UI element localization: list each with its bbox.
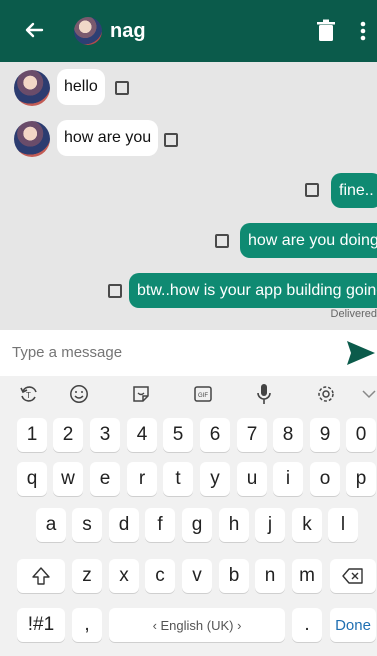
key-8[interactable]: 8 bbox=[273, 418, 303, 452]
comma-key[interactable]: , bbox=[72, 608, 102, 642]
select-checkbox[interactable] bbox=[215, 234, 229, 248]
delivery-status: Delivered bbox=[330, 308, 377, 320]
more-vert-icon bbox=[360, 21, 366, 41]
symbols-key[interactable]: !#1 bbox=[17, 608, 65, 642]
message-input[interactable] bbox=[12, 344, 312, 361]
chat-header: nag bbox=[0, 0, 377, 62]
key-0[interactable]: 0 bbox=[346, 418, 376, 452]
select-checkbox[interactable] bbox=[164, 133, 178, 147]
key-o[interactable]: o bbox=[310, 462, 340, 496]
message-bubble-incoming[interactable]: hello bbox=[57, 69, 105, 105]
settings-icon[interactable] bbox=[313, 381, 339, 407]
select-checkbox[interactable] bbox=[305, 183, 319, 197]
key-i[interactable]: i bbox=[273, 462, 303, 496]
mic-icon[interactable] bbox=[251, 381, 277, 407]
key-m[interactable]: m bbox=[292, 559, 322, 593]
key-q[interactable]: q bbox=[17, 462, 47, 496]
key-6[interactable]: 6 bbox=[200, 418, 230, 452]
key-4[interactable]: 4 bbox=[127, 418, 157, 452]
shift-icon bbox=[32, 567, 50, 585]
key-j[interactable]: j bbox=[255, 508, 285, 542]
message-bubble-outgoing[interactable]: fine.. bbox=[331, 173, 377, 208]
period-key[interactable]: . bbox=[292, 608, 322, 642]
backspace-key[interactable] bbox=[330, 559, 376, 593]
sticker-icon[interactable] bbox=[128, 381, 154, 407]
emoji-icon[interactable] bbox=[66, 381, 92, 407]
done-key[interactable]: Done bbox=[330, 608, 376, 642]
key-k[interactable]: k bbox=[292, 508, 322, 542]
key-x[interactable]: x bbox=[109, 559, 139, 593]
select-checkbox[interactable] bbox=[108, 284, 122, 298]
svg-text:GIF: GIF bbox=[198, 393, 208, 399]
message-bubble-outgoing[interactable]: how are you doing bbox=[240, 223, 377, 258]
avatar[interactable] bbox=[74, 17, 102, 45]
backspace-icon bbox=[342, 568, 363, 584]
key-e[interactable]: e bbox=[90, 462, 120, 496]
select-checkbox[interactable] bbox=[115, 81, 129, 95]
message-bubble-incoming[interactable]: how are you bbox=[57, 120, 159, 156]
more-button[interactable] bbox=[358, 19, 368, 43]
key-u[interactable]: u bbox=[237, 462, 267, 496]
key-r[interactable]: r bbox=[127, 462, 157, 496]
key-s[interactable]: s bbox=[72, 508, 102, 542]
gif-icon[interactable]: GIF bbox=[190, 381, 216, 407]
space-key[interactable]: ‹ English (UK) › bbox=[109, 608, 285, 642]
sender-avatar[interactable] bbox=[14, 70, 50, 106]
key-2[interactable]: 2 bbox=[53, 418, 83, 452]
key-a[interactable]: a bbox=[36, 508, 66, 542]
key-1[interactable]: 1 bbox=[17, 418, 47, 452]
back-button[interactable] bbox=[22, 18, 48, 44]
message-bubble-outgoing[interactable]: btw..how is your app building going bbox=[129, 273, 377, 308]
message-list: hello how are you fine.. how are you doi… bbox=[0, 62, 377, 330]
key-3[interactable]: 3 bbox=[90, 418, 120, 452]
key-g[interactable]: g bbox=[182, 508, 212, 542]
key-9[interactable]: 9 bbox=[310, 418, 340, 452]
send-icon bbox=[347, 341, 375, 365]
trash-icon bbox=[317, 19, 335, 41]
key-t[interactable]: t bbox=[163, 462, 193, 496]
rotate-icon[interactable]: T bbox=[16, 381, 42, 407]
key-d[interactable]: d bbox=[109, 508, 139, 542]
shift-key[interactable] bbox=[17, 559, 65, 593]
keyboard: T GIF 1 2 3 4 5 6 7 8 9 0 q w e r t y u … bbox=[0, 376, 377, 656]
keyboard-toolbar: T GIF bbox=[0, 376, 377, 412]
key-n[interactable]: n bbox=[255, 559, 285, 593]
key-c[interactable]: c bbox=[145, 559, 175, 593]
key-5[interactable]: 5 bbox=[163, 418, 193, 452]
key-p[interactable]: p bbox=[346, 462, 376, 496]
composer-bar bbox=[0, 330, 377, 376]
delete-button[interactable] bbox=[316, 19, 336, 43]
key-z[interactable]: z bbox=[72, 559, 102, 593]
chevron-down-icon[interactable] bbox=[356, 381, 377, 407]
contact-name[interactable]: nag bbox=[110, 20, 146, 43]
sender-avatar[interactable] bbox=[14, 121, 50, 157]
key-f[interactable]: f bbox=[145, 508, 175, 542]
key-7[interactable]: 7 bbox=[237, 418, 267, 452]
key-b[interactable]: b bbox=[219, 559, 249, 593]
key-y[interactable]: y bbox=[200, 462, 230, 496]
arrow-left-icon bbox=[25, 22, 44, 38]
send-button[interactable] bbox=[346, 340, 376, 366]
svg-text:T: T bbox=[26, 391, 31, 400]
key-l[interactable]: l bbox=[328, 508, 358, 542]
key-w[interactable]: w bbox=[53, 462, 83, 496]
key-v[interactable]: v bbox=[182, 559, 212, 593]
key-h[interactable]: h bbox=[219, 508, 249, 542]
